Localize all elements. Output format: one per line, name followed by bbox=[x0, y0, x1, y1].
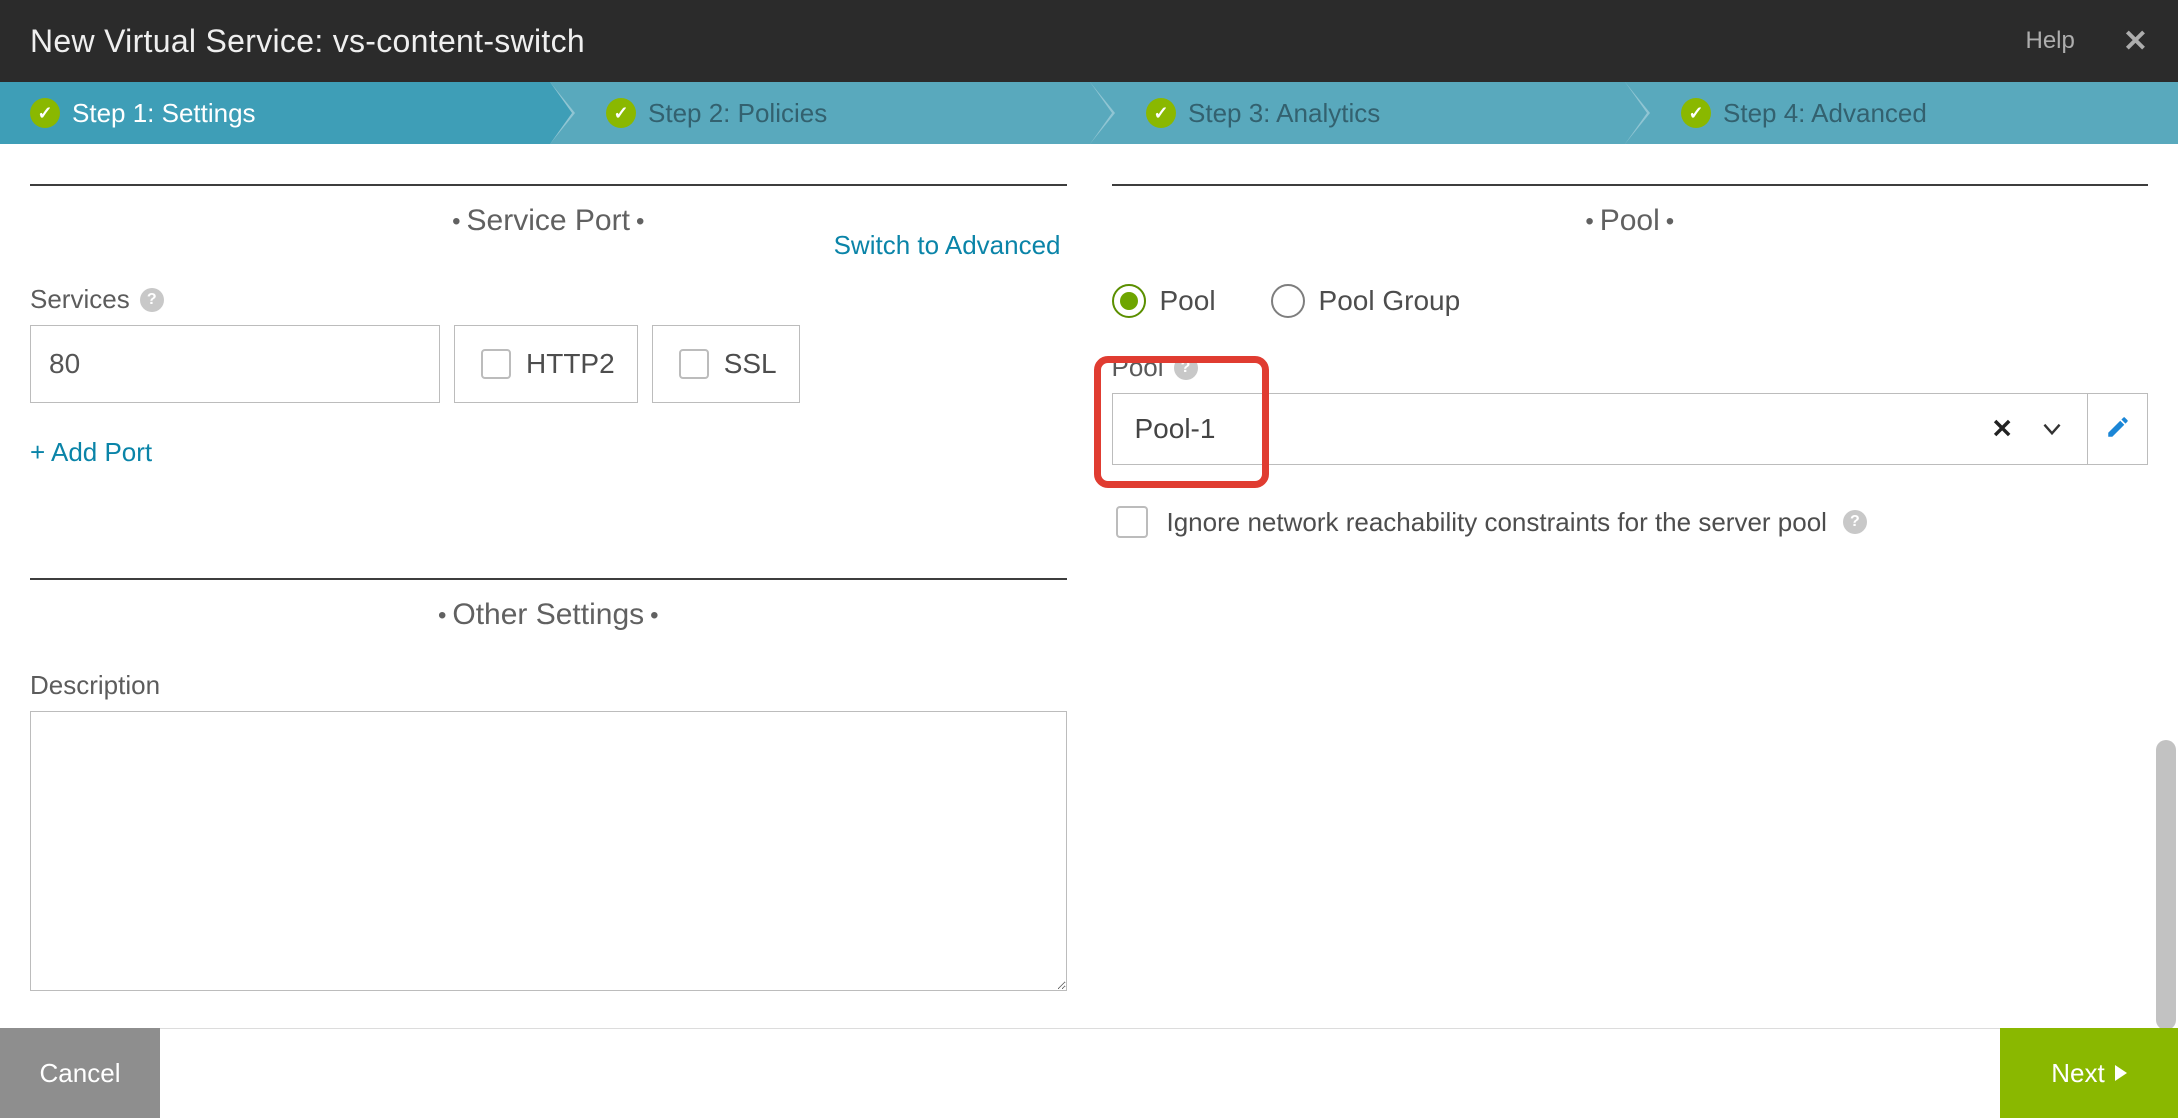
wizard-steps: ✓ Step 1: Settings ✓ Step 2: Policies ✓ … bbox=[0, 82, 2178, 144]
http2-checkbox[interactable]: HTTP2 bbox=[454, 325, 638, 403]
close-icon[interactable]: ✕ bbox=[2123, 24, 2148, 59]
label-text: Pool bbox=[1112, 352, 1164, 383]
description-textarea[interactable] bbox=[30, 711, 1067, 991]
button-label: Next bbox=[2051, 1058, 2104, 1089]
pool-field-label: Pool ? bbox=[1112, 352, 2149, 383]
wizard-step-label: Step 2: Policies bbox=[648, 98, 827, 129]
radio-pool-group[interactable]: Pool Group bbox=[1271, 284, 1461, 318]
add-port-link[interactable]: + Add Port bbox=[30, 437, 1067, 468]
wizard-step-policies[interactable]: ✓ Step 2: Policies bbox=[550, 82, 1090, 144]
pool-type-radio-group: Pool Pool Group bbox=[1112, 284, 2149, 318]
ignore-reachability-row: Ignore network reachability constraints … bbox=[1112, 503, 2149, 541]
wizard-step-settings[interactable]: ✓ Step 1: Settings bbox=[0, 82, 550, 144]
panel-title-pool: •Pool• bbox=[1112, 184, 2149, 238]
help-icon[interactable]: ? bbox=[1174, 356, 1198, 380]
port-row: HTTP2 SSL bbox=[30, 325, 1067, 403]
title-bar: New Virtual Service: vs-content-switch H… bbox=[0, 0, 2178, 82]
radio-label: Pool Group bbox=[1319, 285, 1461, 317]
caret-right-icon bbox=[2115, 1065, 2127, 1081]
description-label: Description bbox=[30, 670, 1067, 701]
check-icon: ✓ bbox=[30, 98, 60, 128]
footer-spacer bbox=[160, 1028, 2000, 1118]
main-content: •Service Port• Switch to Advanced Servic… bbox=[0, 144, 2178, 996]
pool-dropdown[interactable]: Pool-1 ✕ bbox=[1112, 393, 2089, 465]
services-label: Services ? bbox=[30, 284, 1067, 315]
clear-icon[interactable]: ✕ bbox=[1991, 414, 2013, 445]
pencil-icon bbox=[2105, 414, 2131, 445]
check-icon: ✓ bbox=[606, 98, 636, 128]
right-column: •Pool• Pool Pool Group Pool ? Pool-1 ✕ bbox=[1112, 184, 2149, 996]
pool-dropdown-row: Pool-1 ✕ bbox=[1112, 393, 2149, 465]
wizard-step-analytics[interactable]: ✓ Step 3: Analytics bbox=[1090, 82, 1625, 144]
ssl-checkbox-input[interactable] bbox=[679, 349, 709, 379]
chevron-down-icon[interactable] bbox=[2039, 416, 2065, 442]
help-link[interactable]: Help bbox=[2026, 27, 2075, 55]
ssl-checkbox[interactable]: SSL bbox=[652, 325, 800, 403]
wizard-step-advanced[interactable]: ✓ Step 4: Advanced bbox=[1625, 82, 2178, 144]
panel-title-text: Other Settings bbox=[452, 598, 644, 631]
wizard-step-label: Step 1: Settings bbox=[72, 98, 256, 129]
wizard-step-label: Step 4: Advanced bbox=[1723, 98, 1927, 129]
check-icon: ✓ bbox=[1146, 98, 1176, 128]
vertical-scrollbar[interactable] bbox=[2156, 740, 2176, 1030]
edit-pool-button[interactable] bbox=[2088, 393, 2148, 465]
next-button[interactable]: Next bbox=[2000, 1028, 2178, 1118]
checkbox-label: Ignore network reachability constraints … bbox=[1167, 507, 1827, 538]
wizard-step-label: Step 3: Analytics bbox=[1188, 98, 1380, 129]
cancel-button[interactable]: Cancel bbox=[0, 1028, 160, 1118]
footer-bar: Cancel Next bbox=[0, 1028, 2178, 1118]
ignore-reachability-checkbox[interactable] bbox=[1116, 506, 1148, 538]
help-icon[interactable]: ? bbox=[140, 288, 164, 312]
port-input[interactable] bbox=[30, 325, 440, 403]
label-text: Services bbox=[30, 284, 130, 315]
radio-pool[interactable]: Pool bbox=[1112, 284, 1216, 318]
panel-title-text: Pool bbox=[1600, 204, 1660, 237]
panel-title-other-settings: •Other Settings• bbox=[30, 578, 1067, 632]
panel-title-text: Service Port bbox=[467, 204, 630, 237]
pool-dropdown-value: Pool-1 bbox=[1135, 413, 1216, 445]
check-icon: ✓ bbox=[1681, 98, 1711, 128]
switch-to-advanced-link[interactable]: Switch to Advanced bbox=[834, 230, 1061, 261]
http2-checkbox-input[interactable] bbox=[481, 349, 511, 379]
left-column: •Service Port• Switch to Advanced Servic… bbox=[30, 184, 1067, 996]
checkbox-label: SSL bbox=[724, 348, 777, 380]
help-icon[interactable]: ? bbox=[1843, 510, 1867, 534]
radio-label: Pool bbox=[1160, 285, 1216, 317]
page-title: New Virtual Service: vs-content-switch bbox=[30, 23, 585, 60]
checkbox-label: HTTP2 bbox=[526, 348, 615, 380]
